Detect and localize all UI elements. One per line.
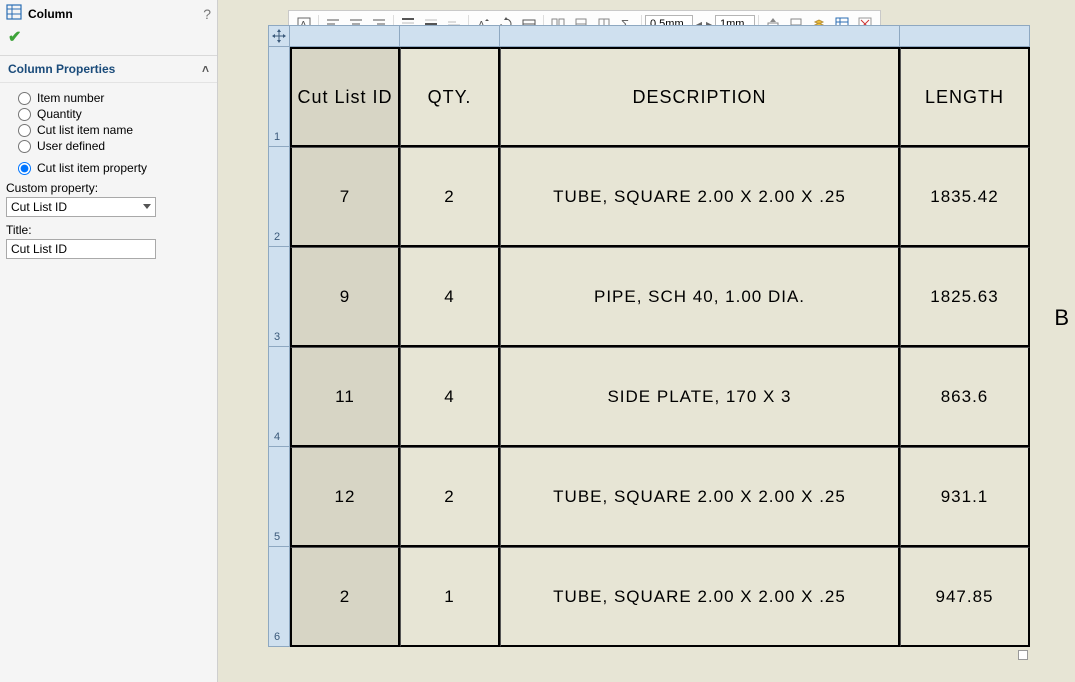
custom-property-label: Custom property: [6,181,209,195]
custom-property-select[interactable]: Cut List ID [6,197,156,217]
radio-cut-list-item-property-input[interactable] [18,162,31,175]
table-cell[interactable]: 2 [400,147,500,247]
column-header-2[interactable] [500,25,900,47]
table-cell[interactable]: 947.85 [900,547,1030,647]
table-move-handle[interactable] [268,25,290,47]
table-header-cell[interactable]: DESCRIPTION [500,47,900,147]
radio-cut-list-item-property[interactable]: Cut list item property [18,161,209,175]
table-cell[interactable]: SIDE PLATE, 170 X 3 [500,347,900,447]
row-header-2[interactable]: 2 [268,147,290,247]
table-cell[interactable]: 931.1 [900,447,1030,547]
table-cell[interactable]: PIPE, SCH 40, 1.00 DIA. [500,247,900,347]
table-cell[interactable]: 7 [290,147,400,247]
chevron-up-icon: ˄ [202,62,209,76]
table-cell[interactable]: 2 [290,547,400,647]
radio-item-number-input[interactable] [18,92,31,105]
resize-handle[interactable] [1018,650,1028,660]
radio-item-number[interactable]: Item number [18,91,209,105]
radio-quantity-input[interactable] [18,108,31,121]
column-header-3[interactable] [900,25,1030,47]
table-header-cell[interactable]: LENGTH [900,47,1030,147]
table-cell[interactable]: 4 [400,247,500,347]
radio-cut-list-item-name[interactable]: Cut list item name [18,123,209,137]
title-field-label: Title: [6,223,209,237]
table-cell[interactable]: 12 [290,447,400,547]
radio-quantity[interactable]: Quantity [18,107,209,121]
row-header-5[interactable]: 5 [268,447,290,547]
table-cell[interactable]: TUBE, SQUARE 2.00 X 2.00 X .25 [500,147,900,247]
column-header-1[interactable] [400,25,500,47]
table-cell[interactable]: 9 [290,247,400,347]
row-header-6[interactable]: 6 [268,547,290,647]
ok-button[interactable]: ✔ [8,29,21,46]
table-cell[interactable]: 1835.42 [900,147,1030,247]
table-cell[interactable]: 863.6 [900,347,1030,447]
radio-cut-list-item-name-input[interactable] [18,124,31,137]
row-header-3[interactable]: 3 [268,247,290,347]
table-cell[interactable]: 2 [400,447,500,547]
drawing-canvas[interactable]: A A Σ ◂▸ [218,0,1075,682]
table-cell[interactable]: TUBE, SQUARE 2.00 X 2.00 X .25 [500,547,900,647]
row-header-4[interactable]: 4 [268,347,290,447]
table-cell[interactable]: 1 [400,547,500,647]
section-label: Column Properties [8,62,115,76]
row-header-1[interactable]: 1 [268,47,290,147]
table-header-cell[interactable]: Cut List ID [290,47,400,147]
property-panel: Column ? ✔ Column Properties ˄ Item numb… [0,0,218,682]
radio-user-defined[interactable]: User defined [18,139,209,153]
table-icon [6,4,22,23]
table-cell[interactable]: 11 [290,347,400,447]
panel-title: Column [28,7,203,21]
table-cell[interactable]: TUBE, SQUARE 2.00 X 2.00 X .25 [500,447,900,547]
table-cell[interactable]: 4 [400,347,500,447]
radio-user-defined-input[interactable] [18,140,31,153]
column-header-0[interactable] [290,25,400,47]
help-icon[interactable]: ? [203,6,211,22]
table-cell[interactable]: 1825.63 [900,247,1030,347]
sheet-row-letter: B [1054,305,1069,331]
title-input[interactable] [6,239,156,259]
table-header-cell[interactable]: QTY. [400,47,500,147]
section-header-column-properties[interactable]: Column Properties ˄ [0,56,217,83]
